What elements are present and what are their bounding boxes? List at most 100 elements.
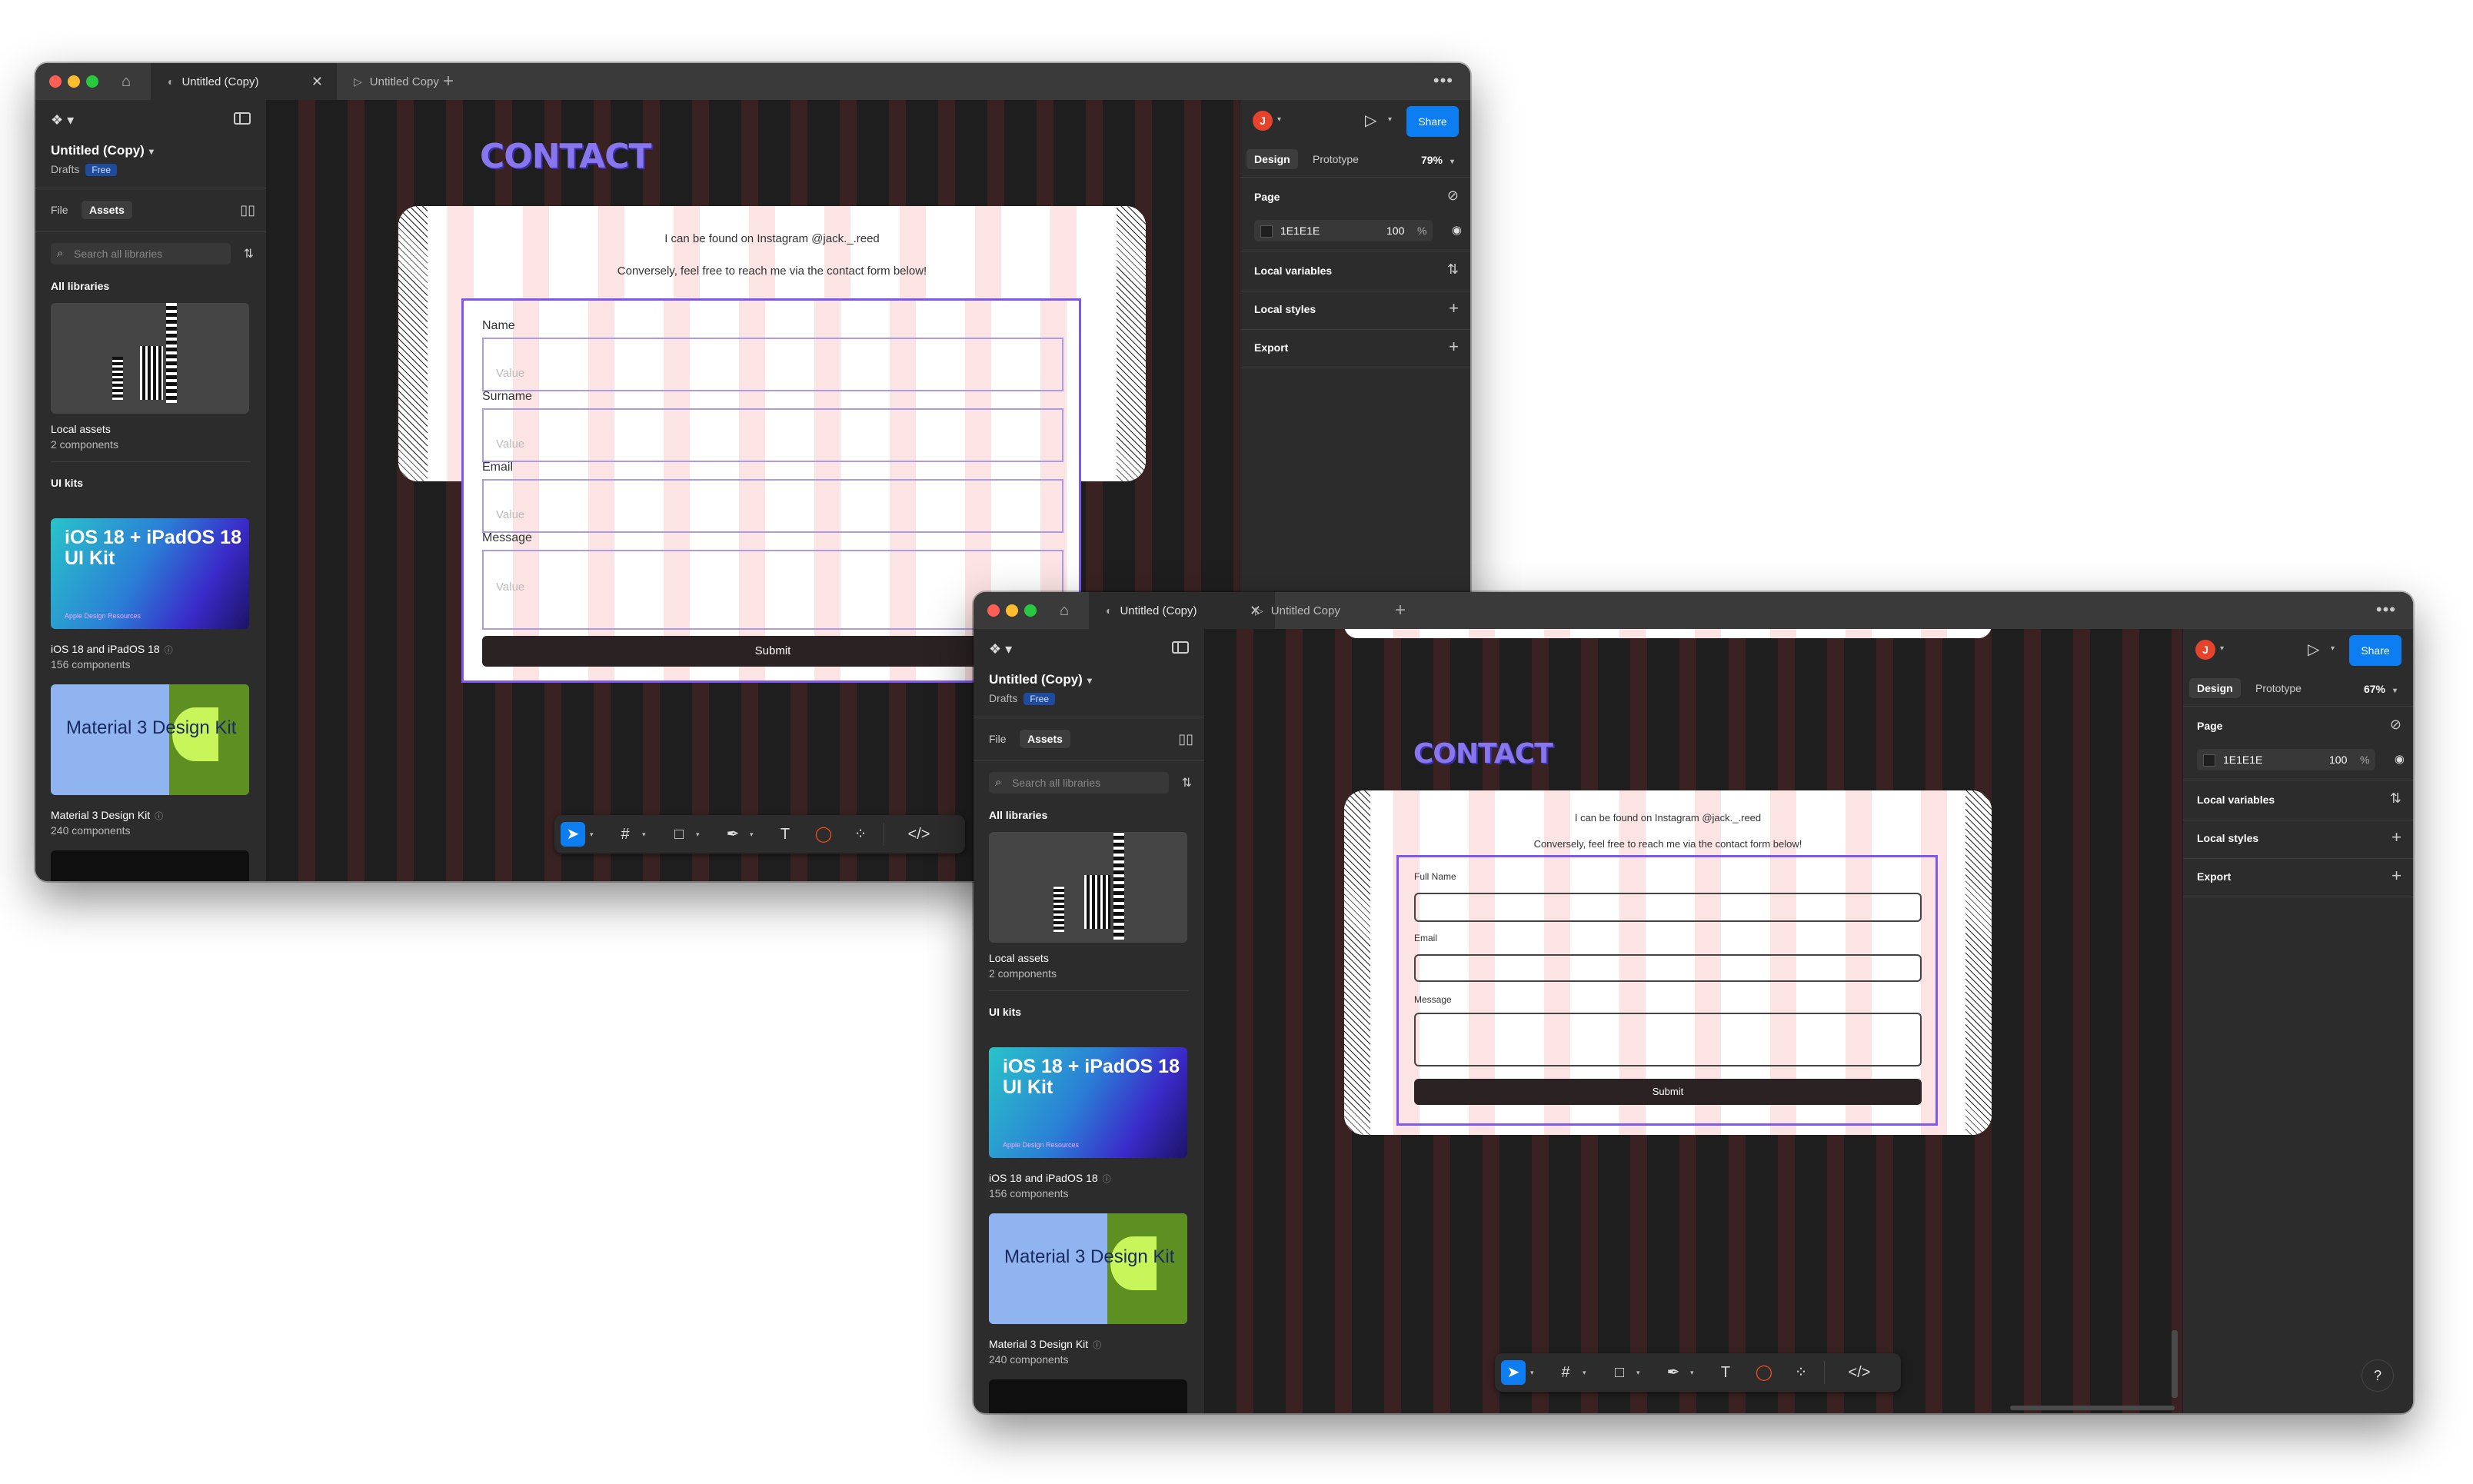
page-color-field[interactable]: 1E1E1E 100 % (1254, 220, 1433, 241)
comment-tool-icon[interactable]: ◯ (811, 822, 836, 847)
visibility-eye-icon[interactable]: ◉ (1452, 223, 1462, 237)
add-export-icon[interactable]: + (2391, 866, 2401, 886)
tab-assets[interactable]: Assets (82, 201, 132, 219)
chevron-down-icon[interactable]: ▾ (1530, 1369, 1534, 1377)
chevron-down-icon[interactable]: ▾ (642, 830, 646, 839)
add-export-icon[interactable]: + (1449, 337, 1459, 357)
export-section[interactable]: Export + (2183, 858, 2413, 897)
chevron-down-icon[interactable]: ▾ (1277, 115, 1281, 124)
zoom-level[interactable]: 79% ▾ (1421, 154, 1454, 166)
file-location[interactable]: Drafts Free (51, 163, 118, 176)
toggle-panel-icon[interactable] (1172, 641, 1189, 654)
design-canvas[interactable]: CONTACT I can be found on Instagram @jac… (1204, 629, 2182, 1413)
more-library-card[interactable] (51, 850, 249, 881)
present-play-icon[interactable]: ▷ (2308, 640, 2319, 659)
chevron-down-icon[interactable]: ▾ (1583, 1369, 1586, 1377)
export-section[interactable]: Export + (1240, 329, 1470, 368)
comment-tool-icon[interactable]: ◯ (1752, 1360, 1776, 1385)
tab-design[interactable]: Design (2189, 678, 2241, 698)
variables-adjust-icon[interactable]: ⇅ (1447, 261, 1459, 278)
components-tool-icon[interactable]: ⁘ (848, 822, 873, 847)
add-style-icon[interactable]: + (2391, 827, 2401, 847)
minimize-window-button[interactable] (68, 75, 80, 88)
file-title[interactable]: Untitled (Copy) ▾ (989, 672, 1092, 687)
tab-design[interactable]: Design (1246, 149, 1298, 169)
full-name-input[interactable] (1414, 893, 1922, 922)
page-settings-icon[interactable]: ⊘ (1447, 188, 1459, 204)
help-button[interactable]: ? (2361, 1359, 2394, 1392)
zoom-window-button[interactable] (1024, 604, 1037, 617)
vertical-scrollbar[interactable] (2172, 1330, 2178, 1398)
filter-icon[interactable]: ⇅ (1182, 775, 1192, 790)
local-variables-section[interactable]: Local variables ⇅ (2183, 780, 2413, 820)
material-kit-card[interactable]: Material 3 Design Kit (51, 684, 249, 795)
local-styles-section[interactable]: Local styles + (1240, 291, 1470, 330)
pen-tool-icon[interactable]: ✒ (1661, 1360, 1686, 1385)
add-style-icon[interactable]: + (1449, 298, 1459, 318)
pen-tool-icon[interactable]: ✒ (721, 822, 745, 847)
tab-active-file[interactable]: ◐ Untitled (Copy) ✕ (151, 63, 337, 100)
tab-inactive-file[interactable]: ▷ Untitled Copy (1238, 592, 1376, 629)
tab-prototype[interactable]: Prototype (1305, 149, 1366, 169)
move-tool-icon[interactable]: ➤ (1501, 1360, 1526, 1385)
material-kit-card[interactable]: Material 3 Design Kit (989, 1213, 1187, 1324)
page-settings-icon[interactable]: ⊘ (2390, 717, 2401, 733)
more-options-icon[interactable]: ••• (1433, 71, 1453, 91)
components-tool-icon[interactable]: ⁘ (1789, 1360, 1813, 1385)
chevron-down-icon[interactable]: ▾ (1388, 115, 1392, 124)
present-play-icon[interactable]: ▷ (1365, 111, 1376, 130)
submit-button[interactable]: Submit (1414, 1079, 1922, 1105)
chevron-down-icon[interactable]: ▾ (590, 830, 594, 839)
new-tab-icon[interactable]: + (1395, 600, 1406, 621)
close-window-button[interactable] (987, 604, 1000, 617)
contact-card-frame[interactable]: I can be found on Instagram @jack._.reed… (1344, 790, 1992, 1135)
info-icon[interactable]: ⓘ (1093, 1341, 1101, 1350)
local-variables-section[interactable]: Local variables ⇅ (1240, 251, 1470, 291)
horizontal-scrollbar[interactable] (2010, 1406, 2175, 1410)
file-title[interactable]: Untitled (Copy) ▾ (51, 143, 154, 158)
dev-mode-icon[interactable]: </> (897, 822, 940, 847)
avatar[interactable]: J (2195, 640, 2215, 660)
zoom-window-button[interactable] (86, 75, 98, 88)
color-swatch[interactable] (1260, 225, 1273, 238)
toggle-panel-icon[interactable] (234, 112, 251, 125)
info-icon[interactable]: ⓘ (1103, 1175, 1111, 1184)
local-assets-card[interactable] (989, 832, 1187, 943)
tab-inactive-file[interactable]: ▷ Untitled Copy (337, 63, 475, 100)
local-assets-card[interactable] (51, 303, 249, 414)
more-library-card[interactable] (989, 1379, 1187, 1413)
email-input[interactable] (1414, 954, 1922, 982)
variables-adjust-icon[interactable]: ⇅ (2390, 790, 2401, 807)
ios-ui-kit-card[interactable]: iOS 18 + iPadOS 18 UI Kit Apple Design R… (989, 1047, 1187, 1158)
more-options-icon[interactable]: ••• (2376, 600, 2396, 620)
info-icon[interactable]: ⓘ (155, 812, 163, 821)
rectangle-tool-icon[interactable]: □ (1607, 1360, 1632, 1385)
ios-ui-kit-card[interactable]: iOS 18 + iPadOS 18 UI Kit Apple Design R… (51, 518, 249, 629)
tab-file[interactable]: File (43, 201, 76, 219)
frame-tool-icon[interactable]: # (613, 822, 637, 847)
tab-assets[interactable]: Assets (1020, 730, 1070, 748)
chevron-down-icon[interactable]: ▾ (2331, 644, 2335, 653)
info-icon[interactable]: ⓘ (165, 646, 173, 655)
share-button[interactable]: Share (2349, 635, 2401, 666)
filter-icon[interactable]: ⇅ (244, 246, 254, 261)
home-icon[interactable]: ⌂ (1053, 600, 1075, 621)
chevron-down-icon[interactable]: ▾ (750, 830, 754, 839)
local-styles-section[interactable]: Local styles + (2183, 820, 2413, 859)
library-book-icon[interactable]: ▯▯ (240, 202, 255, 218)
chevron-down-icon[interactable]: ▾ (696, 830, 700, 839)
color-swatch[interactable] (2203, 754, 2215, 767)
tab-prototype[interactable]: Prototype (2248, 678, 2309, 698)
library-book-icon[interactable]: ▯▯ (1178, 731, 1193, 747)
frame-tool-icon[interactable]: # (1553, 1360, 1578, 1385)
email-input[interactable]: Value (482, 479, 1063, 533)
chevron-down-icon[interactable]: ▾ (1690, 1369, 1694, 1377)
page-color-field[interactable]: 1E1E1E 100 % (2197, 749, 2375, 770)
new-tab-icon[interactable]: + (443, 71, 454, 92)
file-location[interactable]: Drafts Free (989, 692, 1056, 705)
figma-menu-icon[interactable]: ❖ ▾ (989, 641, 1012, 657)
close-tab-icon[interactable]: ✕ (311, 74, 323, 90)
chevron-down-icon[interactable]: ▾ (2220, 644, 2224, 653)
text-tool-icon[interactable]: T (1713, 1360, 1738, 1385)
avatar[interactable]: J (1253, 111, 1273, 131)
